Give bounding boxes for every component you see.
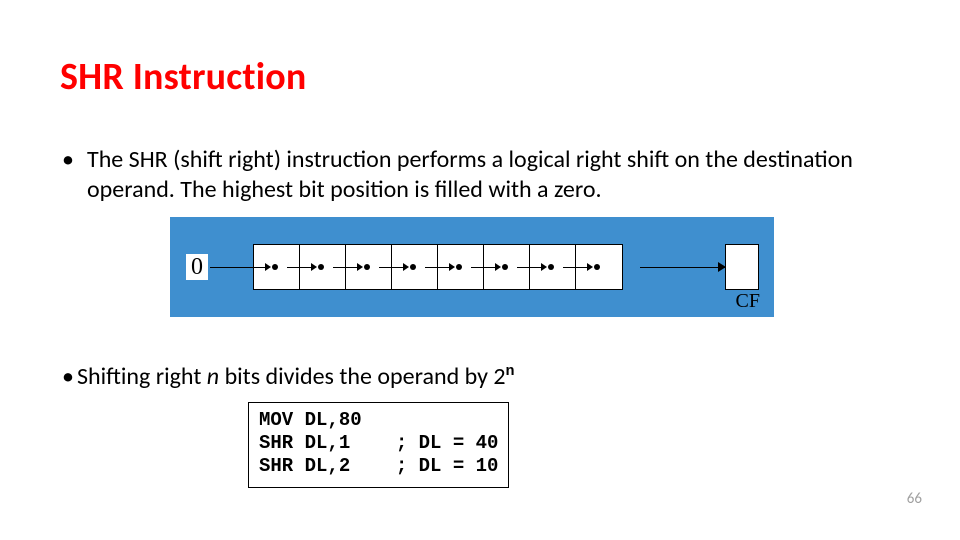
bullet-divide-prefix: Shifting right: [77, 362, 207, 391]
carry-arrow-head-icon: [718, 262, 726, 272]
page-number: 66: [907, 490, 922, 508]
carry-flag-box: [726, 245, 758, 289]
dot-icon: [272, 264, 278, 270]
arrow-head-icon: [449, 263, 455, 271]
bullet-description: • The SHR (shift right) instruction perf…: [77, 145, 890, 205]
arrow-head-icon: [265, 263, 271, 271]
slide: SHR Instruction • The SHR (shift right) …: [0, 0, 960, 540]
dot-icon: [594, 264, 600, 270]
code-example: MOV DL,80 SHR DL,1 ; DL = 40 SHR DL,2 ; …: [248, 402, 509, 488]
bit-row: [254, 245, 622, 289]
bullet-divide-n: n: [207, 362, 219, 391]
shr-diagram: 0 CF: [170, 217, 774, 317]
arrow-head-icon: [403, 263, 409, 271]
bullet-description-text: The SHR (shift right) instruction perfor…: [77, 145, 890, 205]
zero-input-box: 0: [186, 254, 208, 280]
bullet-dot-icon: •: [62, 362, 74, 391]
bullet-dot-icon: •: [62, 145, 74, 175]
cf-label: CF: [736, 290, 760, 313]
bit-cell: [576, 245, 622, 289]
dot-icon: [364, 264, 370, 270]
arrow-head-icon: [541, 263, 547, 271]
code-line-1: MOV DL,80: [259, 409, 362, 431]
dot-icon: [318, 264, 324, 270]
bullet-divide-mid: bits divides the operand by 2: [219, 362, 505, 391]
code-line-3: SHR DL,2 ; DL = 10: [259, 455, 498, 477]
arrow-head-icon: [311, 263, 317, 271]
arrow-head-icon: [357, 263, 363, 271]
code-line-2: SHR DL,1 ; DL = 40: [259, 432, 498, 454]
dot-icon: [548, 264, 554, 270]
slide-title: SHR Instruction: [60, 54, 306, 100]
arrow-head-icon: [495, 263, 501, 271]
bullet-divide: • Shifting right n bits divides the oper…: [77, 362, 515, 391]
dot-icon: [410, 264, 416, 270]
dot-icon: [502, 264, 508, 270]
carry-arrow-line-icon: [640, 267, 726, 268]
arrow-head-icon: [587, 263, 593, 271]
bullet-divide-exp: n: [506, 363, 515, 380]
dot-icon: [456, 264, 462, 270]
